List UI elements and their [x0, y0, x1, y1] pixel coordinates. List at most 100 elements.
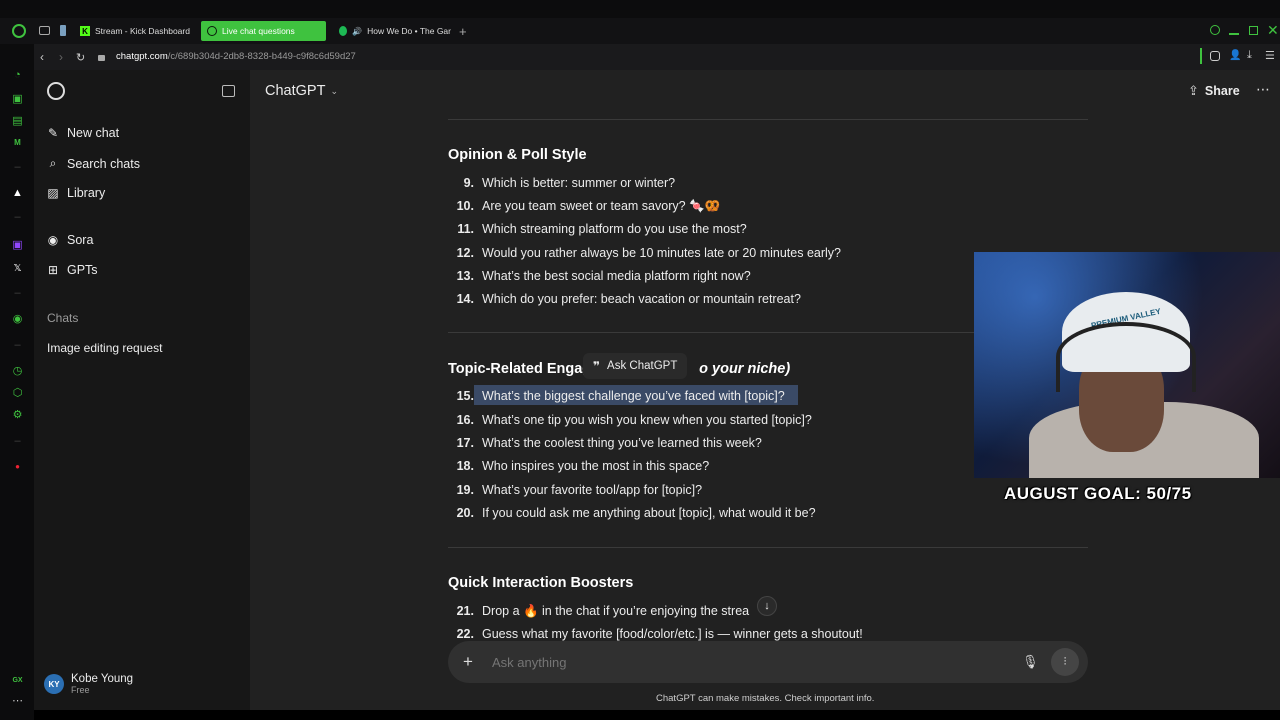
speaker-icon: 🔊 [352, 26, 363, 36]
browser-sidebar-rail: ◔ ▣ ▤ M – ▲ – ▣ 𝕏 – ◉ – ◷ ⬡ ⚙ – ● GX ⋯ [0, 44, 34, 720]
sidebar-item-sora[interactable]: ◉ Sora [46, 233, 94, 247]
disclaimer: ChatGPT can make mistakes. Check importa… [656, 693, 875, 704]
chatgpt-icon [207, 26, 217, 36]
minimize-icon[interactable] [1229, 33, 1239, 35]
chat-history-item[interactable]: Image editing request [47, 341, 162, 355]
divider [448, 547, 1088, 548]
tab-how-we-do[interactable]: 🔊 How We Do • The Gar [333, 21, 451, 41]
extensions-icon[interactable] [1210, 51, 1220, 61]
ask-chatgpt-label: Ask ChatGPT [607, 360, 678, 372]
tab-label: Live chat questions [222, 26, 295, 36]
account-icon[interactable]: 👤 [1229, 50, 1241, 61]
avatar: KY [44, 674, 64, 694]
user-name: Kobe Young [71, 673, 134, 685]
gx-corner-icon[interactable]: ▤ [11, 114, 24, 127]
addr-divider [1200, 48, 1202, 64]
new-chat-icon: ✎ [47, 126, 59, 140]
browser-search-icon[interactable] [1210, 25, 1220, 35]
composer: + 🎙 ⫶ [448, 641, 1088, 683]
opera-logo-icon[interactable] [12, 24, 26, 38]
settings-icon[interactable]: ⚙ [11, 408, 24, 421]
section-title-quick-boosters: Quick Interaction Boosters [448, 575, 634, 591]
share-icon: ⇪ [1188, 83, 1199, 98]
extensions-rail-icon[interactable]: ⬡ [11, 386, 24, 399]
easy-setup-icon[interactable]: ☰ [1265, 49, 1275, 62]
rail-divider: – [14, 286, 21, 299]
sidebar-item-gpts[interactable]: ⊞ GPTs [46, 263, 98, 277]
arrow-down-icon: ↓ [764, 600, 770, 612]
headphones [1056, 322, 1196, 392]
close-window-icon[interactable]: ✕ [1267, 22, 1279, 39]
list-item: 14. Which do you prefer: beach vacation o… [456, 292, 801, 306]
scroll-to-bottom-button[interactable]: ↓ [757, 596, 777, 616]
more-options-icon[interactable]: ⋯ [1256, 81, 1270, 98]
new-tab-icon[interactable]: + [459, 24, 467, 39]
share-button[interactable]: ⇪ Share [1188, 83, 1240, 99]
sidebar-item-label: New chat [67, 126, 120, 140]
forward-icon[interactable]: › [59, 50, 63, 64]
sidebar-item-library[interactable]: ▨ Library [46, 186, 105, 200]
sidebar-item-new-chat[interactable]: ✎ New chat [46, 126, 119, 140]
download-icon[interactable]: ⤓ [1247, 49, 1252, 62]
list-item: 11. Which streaming platform do you use t… [457, 222, 747, 236]
stream-goal-text: AUGUST GOAL: 50/75 [1004, 484, 1192, 503]
toggle-sidebar-icon[interactable] [222, 85, 235, 97]
sidebar-item-label: Library [67, 186, 106, 200]
address-bar: ‹ › ↻ chatgpt.com/c/689b304d-2db8-8328-b… [34, 44, 1280, 70]
history-icon[interactable]: ◷ [11, 364, 24, 377]
gx-control-icon[interactable]: GX [11, 674, 24, 687]
tab-kick-dashboard[interactable]: K Stream - Kick Dashboard [74, 21, 198, 41]
rail-divider: – [14, 160, 21, 173]
sidebar-item-search-chats[interactable]: ⌕ Search chats [46, 156, 140, 171]
kick-rail-icon[interactable]: ▲ [11, 186, 24, 199]
lock-icon[interactable] [98, 55, 105, 61]
model-selector[interactable]: ChatGPT ⌄ [265, 83, 338, 99]
microphone-icon[interactable]: 🎙 [1022, 654, 1039, 670]
rail-divider: – [14, 434, 21, 447]
user-profile[interactable]: KY Kobe Young Free [44, 673, 133, 695]
list-item: 19. What’s your favorite tool/app for [to… [456, 483, 703, 497]
page-title: ChatGPT [265, 83, 326, 99]
list-item: 10. Are you team sweet or team savory? 🍬🥨 [456, 199, 721, 213]
plus-icon[interactable]: + [463, 652, 473, 672]
record-icon[interactable]: ● [11, 460, 24, 473]
twitch-icon[interactable]: ▣ [11, 238, 24, 251]
music-player-icon[interactable]: M [11, 136, 24, 149]
section-title-opinion: Opinion & Poll Style [448, 147, 587, 163]
reload-icon[interactable]: ↻ [76, 51, 85, 64]
sidebar-item-label: Search chats [67, 156, 140, 171]
list-item: 17. What’s the coolest thing you’ve learn… [456, 436, 762, 450]
crypto-wallet-icon[interactable]: ▣ [11, 92, 24, 105]
x-twitter-icon[interactable]: 𝕏 [11, 262, 24, 275]
list-item: 9. Which is better: summer or winter? [463, 176, 676, 190]
player-icon[interactable]: ◉ [11, 312, 24, 325]
workspaces-icon[interactable] [39, 26, 50, 35]
list-item-selected[interactable]: 15. What’s the biggest challenge you’ve f… [448, 389, 785, 403]
tab-island-icon[interactable] [60, 25, 66, 36]
chatgpt-sidebar: ✎ New chat ⌕ Search chats ▨ Library ◉ So… [34, 70, 250, 710]
divider [448, 119, 1088, 120]
chevron-down-icon: ⌄ [330, 85, 338, 96]
share-label: Share [1204, 84, 1240, 98]
prompt-input[interactable] [492, 654, 992, 670]
ask-chatgpt-tooltip[interactable]: ❞ Ask ChatGPT [583, 353, 688, 379]
chatgpt-logo-icon[interactable] [47, 82, 65, 100]
url-path: /c/689b304d-2db8-8328-b449-c9f8c6d59d27 [167, 51, 356, 62]
more-rail-icon[interactable]: ⋯ [11, 694, 24, 707]
search-icon: ⌕ [49, 156, 57, 170]
back-icon[interactable]: ‹ [40, 50, 44, 64]
gpts-icon: ⊞ [47, 263, 59, 277]
sidebar-item-label: GPTs [67, 263, 98, 277]
url-field[interactable]: chatgpt.com/c/689b304d-2db8-8328-b449-c9… [116, 51, 356, 62]
sora-icon: ◉ [47, 233, 59, 247]
chats-section-label: Chats [47, 311, 79, 325]
tab-live-chat-questions[interactable]: Live chat questions [201, 21, 326, 41]
library-icon: ▨ [47, 186, 59, 200]
rail-divider: – [14, 210, 21, 223]
list-item: 12. Would you rather always be 10 minutes… [456, 246, 841, 260]
list-item: 13. What’s the best social media platform… [456, 269, 751, 283]
voice-mode-icon[interactable]: ⫶ [1051, 648, 1079, 676]
tab-label: How We Do • The Gar [367, 26, 451, 36]
restore-icon[interactable] [1249, 26, 1258, 35]
aria-icon[interactable]: ◔ [11, 68, 24, 81]
